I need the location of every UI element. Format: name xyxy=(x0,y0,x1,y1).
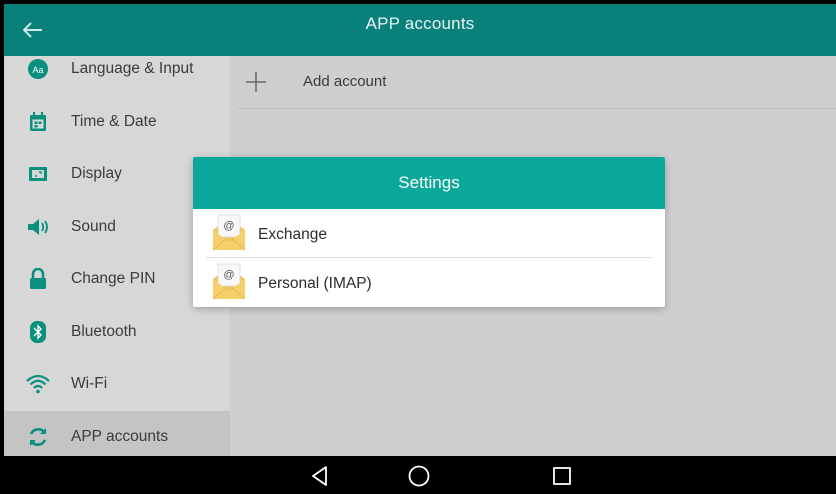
bluetooth-icon xyxy=(26,320,50,344)
dialog-title: Settings xyxy=(193,157,665,209)
lock-icon xyxy=(26,267,50,291)
sidebar-item-label: Wi-Fi xyxy=(71,375,108,393)
svg-text:Aa: Aa xyxy=(32,65,43,75)
dialog-option-label: Personal (IMAP) xyxy=(258,275,372,292)
sidebar-item-time-date[interactable]: Time & Date xyxy=(4,96,230,149)
dialog-option-personal-imap[interactable]: @ Personal (IMAP) xyxy=(193,258,665,307)
sidebar-item-label: Time & Date xyxy=(71,112,157,130)
sidebar-item-label: Language & Input xyxy=(71,60,194,78)
add-account-label: Add account xyxy=(303,73,387,90)
home-circle-icon[interactable] xyxy=(407,464,431,488)
mail-envelope-icon: @ xyxy=(212,263,246,300)
sidebar-item-wifi[interactable]: Wi-Fi xyxy=(4,358,230,411)
sidebar-item-language-input[interactable]: Aa Language & Input xyxy=(4,56,230,96)
add-account-row[interactable]: Add account xyxy=(238,56,836,109)
system-nav-bar xyxy=(4,456,836,494)
wifi-icon xyxy=(26,372,50,396)
recents-square-icon[interactable] xyxy=(550,464,574,488)
screen-frame: APP accounts Aa Language & Input Time & … xyxy=(0,0,836,494)
sidebar-item-label: APP accounts xyxy=(71,427,169,445)
dialog-option-label: Exchange xyxy=(258,226,327,243)
back-triangle-icon[interactable] xyxy=(308,464,332,488)
sidebar-item-label: Display xyxy=(71,165,122,183)
svg-text:@: @ xyxy=(223,269,234,281)
mail-envelope-icon: @ xyxy=(212,214,246,251)
display-icon xyxy=(26,162,50,186)
sidebar-item-label: Bluetooth xyxy=(71,322,137,340)
sidebar-item-label: Sound xyxy=(71,217,116,235)
sync-icon xyxy=(26,425,50,449)
sidebar-item-bluetooth[interactable]: Bluetooth xyxy=(4,306,230,359)
svg-text:@: @ xyxy=(223,220,234,232)
dialog-option-exchange[interactable]: @ Exchange xyxy=(206,209,653,258)
sidebar-item-app-accounts[interactable]: APP accounts xyxy=(4,410,230,456)
app-bar: APP accounts xyxy=(4,4,836,56)
speaker-icon xyxy=(26,215,50,239)
language-icon: Aa xyxy=(26,57,50,81)
settings-dialog: Settings @ Exchange @ Personal (IMAP) xyxy=(193,157,665,307)
calendar-icon xyxy=(26,110,50,134)
plus-icon xyxy=(246,72,266,92)
sidebar-item-label: Change PIN xyxy=(71,270,156,288)
page-title: APP accounts xyxy=(365,14,475,33)
